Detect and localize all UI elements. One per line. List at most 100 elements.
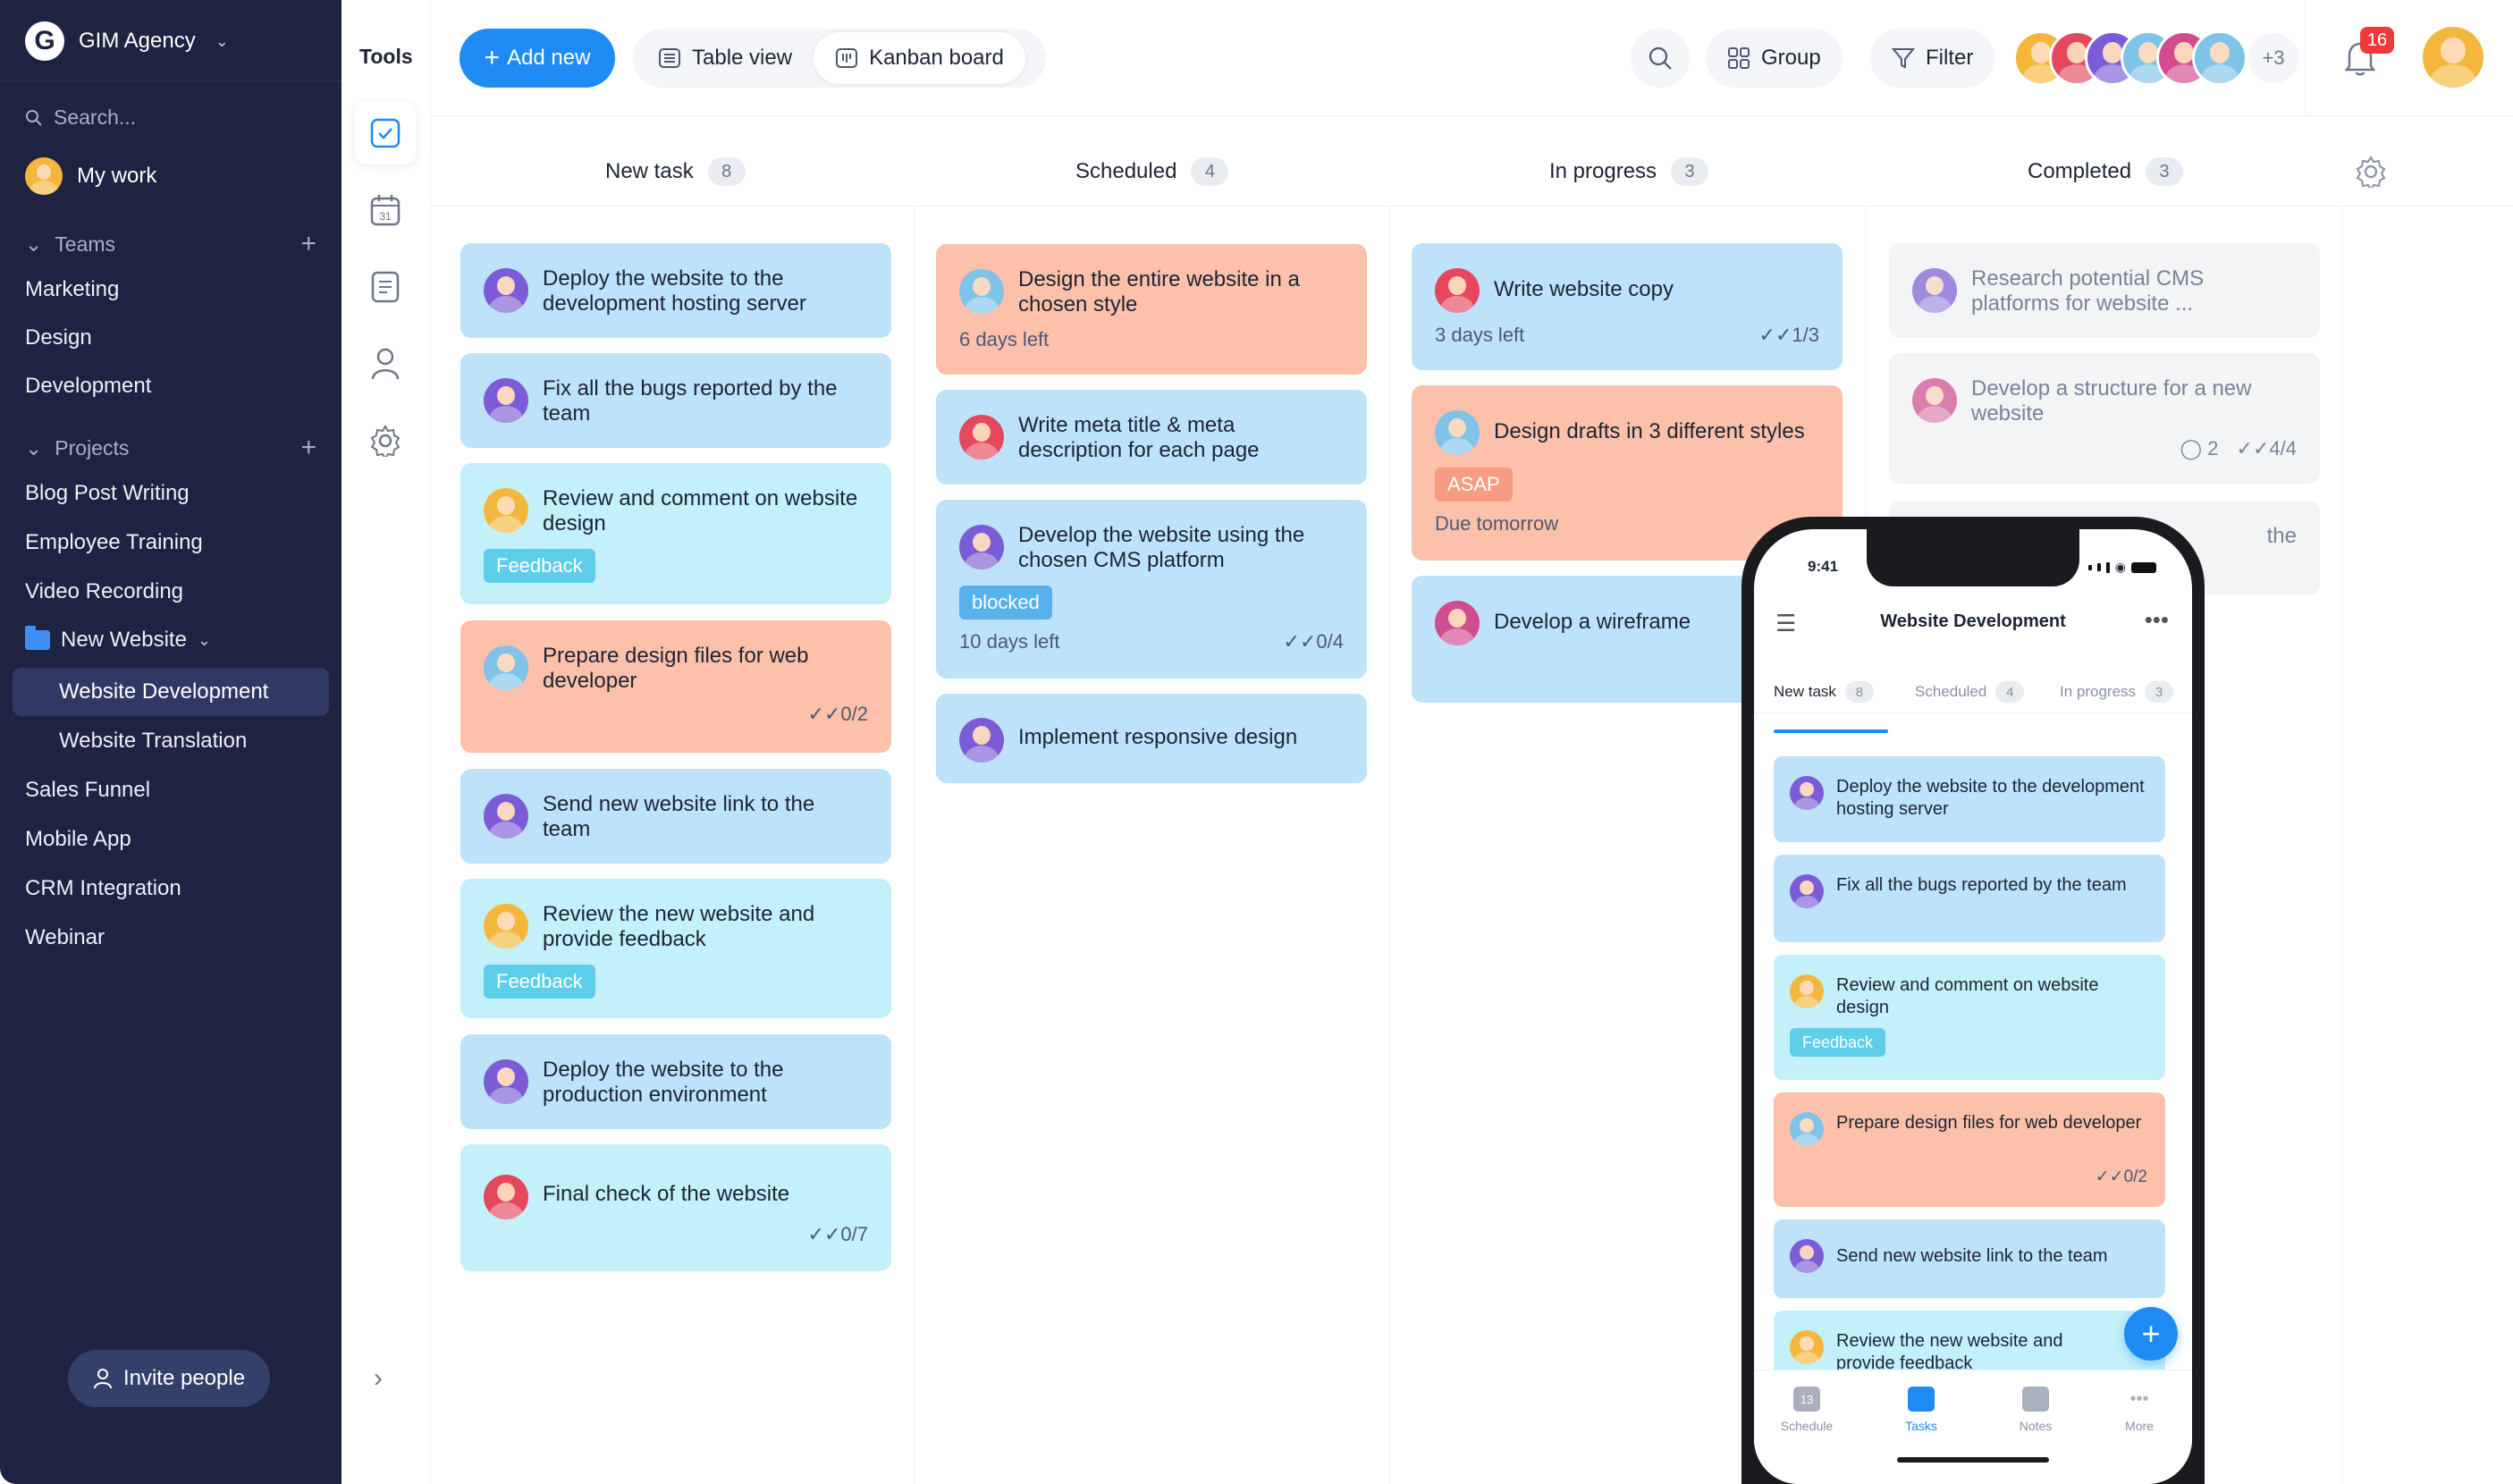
task-title: Fix all the bugs reported by the team bbox=[543, 376, 838, 426]
tab-label: Scheduled bbox=[1915, 683, 1987, 700]
search-button[interactable] bbox=[1631, 29, 1690, 88]
task-card[interactable]: Write website copy 3 days left ✓✓1/3 bbox=[1412, 243, 1843, 370]
workspace-switcher[interactable]: G GIM Agency ⌄ bbox=[25, 20, 229, 63]
task-card[interactable]: Deploy the website to the development ho… bbox=[460, 243, 891, 338]
sidebar-item-employee-training[interactable]: Employee Training bbox=[25, 530, 203, 555]
group-button[interactable]: Group bbox=[1706, 29, 1843, 88]
sidebar-item-mobile-app[interactable]: Mobile App bbox=[25, 827, 131, 852]
search-input[interactable]: Search... bbox=[25, 105, 136, 130]
task-card[interactable]: Design the entire website in a chosen st… bbox=[936, 244, 1367, 375]
task-card[interactable]: Send new website link to the team bbox=[460, 769, 891, 864]
checklist-progress: ✓✓1/3 bbox=[1759, 324, 1819, 347]
tool-tasks[interactable] bbox=[354, 102, 417, 164]
user-avatar[interactable] bbox=[2423, 27, 2483, 88]
sidebar-item-design[interactable]: Design bbox=[25, 325, 92, 350]
notes-icon bbox=[2022, 1387, 2049, 1412]
nav-notes[interactable]: Notes bbox=[1995, 1387, 2076, 1433]
avatar bbox=[1435, 268, 1480, 313]
tab-count: 8 bbox=[1844, 681, 1874, 703]
sidebar-item-webinar[interactable]: Webinar bbox=[25, 925, 105, 950]
filter-button[interactable]: Filter bbox=[1870, 29, 1995, 88]
task-title: Write meta title & meta description for … bbox=[1018, 413, 1260, 462]
more-dots-icon[interactable]: ••• bbox=[2145, 606, 2169, 634]
calendar-day: 31 bbox=[379, 210, 392, 223]
task-card[interactable]: Develop the website using the chosen CMS… bbox=[936, 500, 1367, 679]
sidebar: G GIM Agency ⌄ Search... My work ⌄ Teams… bbox=[0, 0, 342, 1484]
avatar bbox=[1790, 1239, 1824, 1273]
add-project-button[interactable]: + bbox=[300, 433, 316, 463]
comment-icon: ◯ bbox=[2180, 437, 2203, 460]
task-card[interactable]: Implement responsive design bbox=[936, 694, 1367, 783]
sidebar-item-crm-integration[interactable]: CRM Integration bbox=[25, 876, 181, 901]
sidebar-item-website-translation[interactable]: Website Translation bbox=[59, 729, 247, 754]
phone-task-card[interactable]: Send new website link to the team bbox=[1774, 1219, 2165, 1298]
task-title: the bbox=[2266, 524, 2297, 548]
sidebar-item-development[interactable]: Development bbox=[25, 374, 151, 399]
phone-screen: 9:41 ◉ ☰ Website Development ••• New tas… bbox=[1754, 529, 2192, 1484]
sidebar-item-my-work[interactable]: My work bbox=[25, 157, 156, 195]
add-task-fab-button[interactable]: + bbox=[2124, 1307, 2178, 1361]
kanban-board-tab[interactable]: Kanban board bbox=[814, 32, 1025, 84]
team-avatars[interactable]: +3 bbox=[2013, 30, 2301, 86]
add-new-label: Add new bbox=[507, 46, 591, 70]
nav-tasks[interactable]: Tasks bbox=[1881, 1387, 1961, 1433]
calendar-day: 13 bbox=[1800, 1392, 1814, 1406]
tasks-check-icon bbox=[370, 118, 401, 148]
nav-more[interactable]: ••• More bbox=[2099, 1387, 2180, 1433]
expand-chevron-icon[interactable]: › bbox=[374, 1363, 383, 1394]
sidebar-item-video-recording[interactable]: Video Recording bbox=[25, 579, 183, 604]
phone-task-card[interactable]: Fix all the bugs reported by the team bbox=[1774, 855, 2165, 942]
add-new-button[interactable]: + Add new bbox=[460, 29, 615, 88]
column-count: 3 bbox=[2146, 157, 2184, 186]
column-settings-button[interactable] bbox=[2355, 156, 2387, 192]
avatar bbox=[484, 645, 528, 690]
tool-contacts[interactable] bbox=[354, 333, 417, 395]
search-icon bbox=[1649, 46, 1672, 70]
double-check-icon: ✓✓ bbox=[1758, 324, 1792, 346]
task-card[interactable]: Write meta title & meta description for … bbox=[936, 390, 1367, 485]
grid-icon bbox=[1728, 47, 1750, 69]
chevron-down-icon: ⌄ bbox=[25, 232, 43, 256]
phone-notch bbox=[1867, 529, 2079, 586]
teams-section-header[interactable]: ⌄ Teams + bbox=[25, 229, 316, 259]
sidebar-item-website-development[interactable]: Website Development bbox=[13, 668, 329, 716]
phone-tab-in-progress[interactable]: In progress 3 bbox=[2060, 681, 2174, 703]
table-view-tab[interactable]: Table view bbox=[637, 32, 814, 84]
phone-tabs: New task 8 Scheduled 4 In progress 3 bbox=[1754, 665, 2192, 713]
task-title: Fix all the bugs reported by the team bbox=[1836, 875, 2127, 895]
task-card[interactable]: Deploy the website to the production env… bbox=[460, 1034, 891, 1129]
avatar bbox=[484, 904, 528, 949]
task-card[interactable]: Research potential CMS platforms for web… bbox=[1889, 243, 2320, 338]
phone-tab-scheduled[interactable]: Scheduled 4 bbox=[1915, 681, 2025, 703]
sidebar-item-sales-funnel[interactable]: Sales Funnel bbox=[25, 778, 150, 803]
task-card[interactable]: Prepare design files for web developer ✓… bbox=[460, 620, 891, 753]
task-card[interactable]: Review the new website and provide feedb… bbox=[460, 879, 891, 1018]
column-divider bbox=[2342, 206, 2343, 1484]
sidebar-item-marketing[interactable]: Marketing bbox=[25, 277, 119, 302]
tool-notes[interactable] bbox=[354, 256, 417, 318]
task-card[interactable]: Fix all the bugs reported by the team bbox=[460, 353, 891, 448]
more-members-count[interactable]: +3 bbox=[2246, 30, 2301, 86]
avatar bbox=[1790, 1330, 1824, 1364]
avatar bbox=[484, 378, 528, 423]
nav-label: Schedule bbox=[1780, 1419, 1834, 1433]
task-card[interactable]: Review and comment on website design Fee… bbox=[460, 463, 891, 604]
task-card[interactable]: Final check of the website ✓✓0/7 bbox=[460, 1144, 891, 1271]
tool-calendar[interactable]: 31 bbox=[354, 179, 417, 241]
phone-task-card[interactable]: Prepare design files for web developer ✓… bbox=[1774, 1092, 2165, 1207]
task-card[interactable]: Develop a structure for a new website ◯ … bbox=[1889, 353, 2320, 484]
avatar bbox=[484, 1059, 528, 1104]
filter-icon bbox=[1892, 48, 1915, 69]
add-team-button[interactable]: + bbox=[300, 229, 316, 259]
invite-people-button[interactable]: Invite people bbox=[68, 1350, 270, 1407]
tool-settings[interactable] bbox=[354, 409, 417, 472]
phone-tab-new-task[interactable]: New task 8 bbox=[1774, 681, 1874, 703]
phone-task-card[interactable]: Deploy the website to the development ho… bbox=[1774, 756, 2165, 842]
nav-schedule[interactable]: 13 Schedule bbox=[1767, 1387, 1847, 1433]
sidebar-folder-new-website[interactable]: New Website ⌄ bbox=[25, 626, 211, 653]
projects-section-header[interactable]: ⌄ Projects + bbox=[25, 433, 316, 463]
tab-label: Table view bbox=[692, 46, 793, 70]
phone-task-card[interactable]: Review and comment on website design Fee… bbox=[1774, 955, 2165, 1080]
checklist-count: 4/4 bbox=[2269, 437, 2297, 460]
sidebar-item-blog-post-writing[interactable]: Blog Post Writing bbox=[25, 481, 190, 506]
